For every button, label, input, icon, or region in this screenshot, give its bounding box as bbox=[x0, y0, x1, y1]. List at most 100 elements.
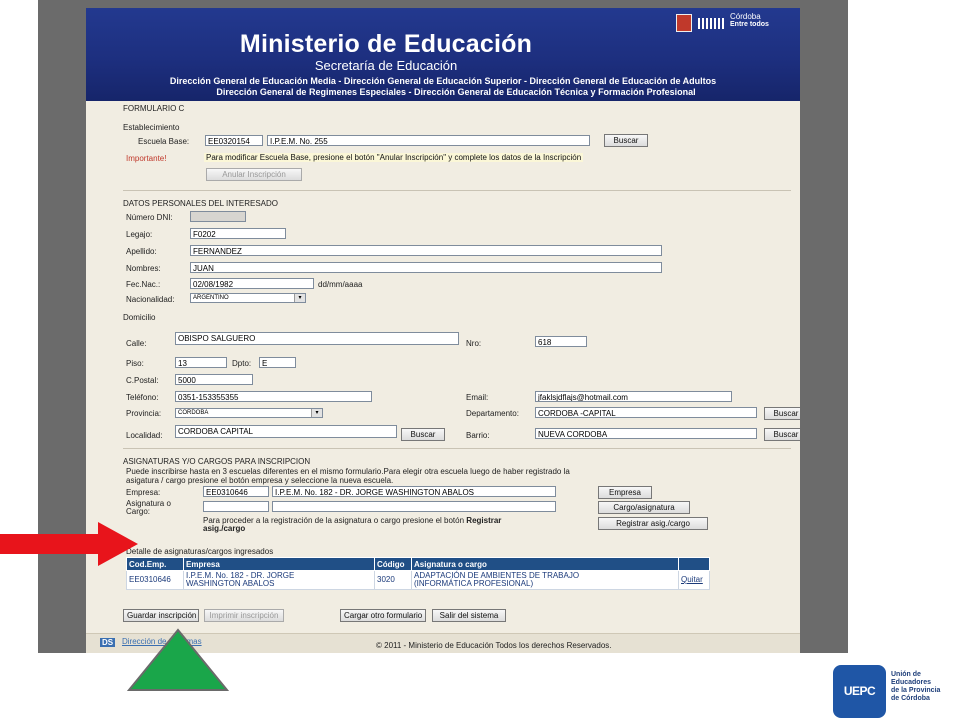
cell-empresa-line-2: WASHINGTON ABALOS bbox=[186, 579, 275, 588]
dpto-label: Dpto: bbox=[232, 359, 252, 368]
cell-asignatura: ADAPTACIÓN DE AMBIENTES DE TRABAJO (INFOR… bbox=[411, 570, 679, 590]
red-arrow-icon bbox=[0, 522, 138, 566]
legajo-label: Legajo: bbox=[126, 230, 153, 239]
email-label: Email: bbox=[466, 393, 489, 402]
piso-label: Piso: bbox=[126, 359, 144, 368]
section-datos-personales: DATOS PERSONALES DEL INTERESADO bbox=[123, 199, 279, 208]
calle-label: Calle: bbox=[126, 339, 147, 348]
cargar-otro-formulario-button[interactable]: Cargar otro formulario bbox=[340, 609, 426, 622]
logo-text-1: Córdoba bbox=[730, 12, 761, 21]
fecnac-label: Fec.Nac.: bbox=[126, 280, 161, 289]
directions-line-2: Dirección General de Regimenes Especiale… bbox=[216, 87, 696, 97]
departamento-label: Departamento: bbox=[466, 409, 519, 418]
cell-empresa: I.P.E.M. No. 182 - DR. JORGE WASHINGTON A… bbox=[183, 570, 375, 590]
proceder-bold-1: Registrar bbox=[466, 516, 502, 525]
section-asignaturas: ASIGNATURAS Y/O CARGOS PARA INSCRIPCION bbox=[123, 457, 311, 466]
provincia-select[interactable]: CORDOBA ▾ bbox=[175, 408, 323, 418]
fecnac-hint: dd/mm/aaaa bbox=[318, 280, 363, 289]
buscar-departamento-button[interactable]: Buscar bbox=[764, 407, 800, 420]
escuela-code-field[interactable]: EE0320154 bbox=[205, 135, 263, 146]
col-asignatura: Asignatura o cargo bbox=[411, 557, 679, 571]
col-accion bbox=[678, 557, 710, 571]
nombres-field[interactable]: JUAN bbox=[190, 262, 662, 273]
asignaturas-info-2: asigatura / cargo presione el botón empr… bbox=[126, 476, 394, 485]
cell-cod-emp: EE0310646 bbox=[126, 570, 184, 590]
buscar-localidad-button[interactable]: Buscar bbox=[401, 428, 445, 441]
copyright-text: © 2011 - Ministerio de Educación Todos l… bbox=[376, 641, 612, 650]
anular-inscripcion-button[interactable]: Anular Inscripción bbox=[206, 168, 302, 181]
cordoba-logo: Córdoba Entre todos bbox=[676, 12, 796, 32]
asignatura-label-2: Cargo: bbox=[126, 507, 151, 516]
ministry-subtitle: Secretaría de Educación bbox=[314, 58, 458, 73]
cpostal-label: C.Postal: bbox=[126, 376, 159, 385]
uepc-line-3: de la Provincia bbox=[891, 687, 941, 694]
dpto-field[interactable]: E bbox=[259, 357, 296, 368]
asignatura-name-field[interactable] bbox=[272, 501, 556, 512]
divider bbox=[123, 448, 791, 449]
uepc-line-4: de Córdoba bbox=[891, 695, 930, 702]
section-establecimiento: Establecimiento bbox=[123, 123, 180, 132]
calle-field[interactable]: OBISPO SALGUERO bbox=[175, 332, 459, 345]
dni-field[interactable] bbox=[190, 211, 246, 222]
proceder-bold-2: asig./cargo bbox=[203, 524, 246, 533]
barrio-field[interactable]: NUEVA CORDOBA bbox=[535, 428, 757, 439]
departamento-field[interactable]: CORDOBA -CAPITAL bbox=[535, 407, 757, 418]
provincia-label: Provincia: bbox=[126, 409, 162, 418]
buscar-barrio-button[interactable]: Buscar bbox=[764, 428, 800, 441]
importante-label: Importante! bbox=[126, 154, 167, 163]
nacionalidad-label: Nacionalidad: bbox=[126, 295, 175, 304]
escuela-name-field[interactable]: I.P.E.M. No. 255 bbox=[267, 135, 590, 146]
uepc-line-2: Educadores bbox=[891, 679, 932, 686]
table-header-row: Cod.Emp. Empresa Código Asignatura o car… bbox=[126, 557, 710, 571]
telefono-field[interactable]: 0351-153355355 bbox=[175, 391, 372, 402]
ministry-title: Ministerio de Educación bbox=[239, 30, 533, 58]
nombres-label: Nombres: bbox=[126, 264, 161, 273]
quitar-link[interactable]: Quitar bbox=[678, 570, 710, 590]
registrar-asig-button[interactable]: Registrar asig./cargo bbox=[598, 517, 708, 530]
nacionalidad-select[interactable]: ARGENTINO ▾ bbox=[190, 293, 306, 303]
divider bbox=[123, 190, 791, 191]
guardar-inscripcion-button[interactable]: Guardar inscripción bbox=[123, 609, 199, 622]
cell-codigo: 3020 bbox=[374, 570, 412, 590]
legajo-field[interactable]: F0202 bbox=[190, 228, 286, 239]
localidad-label: Localidad: bbox=[126, 431, 163, 440]
piso-field[interactable]: 13 bbox=[175, 357, 227, 368]
salir-sistema-button[interactable]: Salir del sistema bbox=[432, 609, 506, 622]
uepc-text: Unión de Educadores de la Provincia de C… bbox=[891, 671, 940, 703]
escuela-base-label: Escuela Base: bbox=[138, 137, 190, 146]
telefono-label: Teléfono: bbox=[126, 393, 159, 402]
ds-logo-icon: DS bbox=[100, 638, 116, 647]
cargo-asignatura-button[interactable]: Cargo/asignatura bbox=[598, 501, 690, 514]
form-title: FORMULARIO C bbox=[123, 104, 185, 113]
cpostal-field[interactable]: 5000 bbox=[175, 374, 253, 385]
empresa-name-field[interactable]: I.P.E.M. No. 182 - DR. JORGE WASHINGTON … bbox=[272, 486, 556, 497]
cordoba-bars-icon bbox=[698, 18, 726, 29]
empresa-button[interactable]: Empresa bbox=[598, 486, 652, 499]
email-field[interactable]: jfaklsjdflajs@hotmail.com bbox=[535, 391, 732, 402]
empresa-label: Empresa: bbox=[126, 488, 161, 497]
col-codigo: Código bbox=[374, 557, 412, 571]
apellido-label: Apellido: bbox=[126, 247, 157, 256]
provincia-value: CORDOBA bbox=[178, 410, 209, 416]
apellido-field[interactable]: FERNANDEZ bbox=[190, 245, 662, 256]
uepc-line-1: Unión de bbox=[891, 671, 921, 678]
uepc-badge: UEPC bbox=[833, 665, 886, 718]
imprimir-inscripcion-button[interactable]: Imprimir inscripción bbox=[204, 609, 284, 622]
section-detalle: Detalle de asignaturas/cargos ingresados bbox=[126, 547, 274, 556]
directions-line-1: Dirección General de Educación Media - D… bbox=[169, 76, 717, 86]
uepc-logo: UEPC Unión de Educadores de la Provincia… bbox=[833, 665, 960, 720]
nacionalidad-value: ARGENTINO bbox=[193, 295, 229, 301]
fecnac-field[interactable]: 02/08/1982 bbox=[190, 278, 314, 289]
proceder-text: Para proceder a la registración de la as… bbox=[203, 516, 501, 525]
buscar-escuela-button[interactable]: Buscar bbox=[604, 134, 648, 147]
localidad-field[interactable]: CORDOBA CAPITAL bbox=[175, 425, 397, 438]
detalle-table: Cod.Emp. Empresa Código Asignatura o car… bbox=[126, 557, 710, 590]
asignatura-code-field[interactable] bbox=[203, 501, 269, 512]
table-row: EE0310646 I.P.E.M. No. 182 - DR. JORGE WA… bbox=[126, 570, 710, 590]
chevron-down-icon: ▾ bbox=[294, 294, 305, 302]
barrio-label: Barrio: bbox=[466, 431, 490, 440]
empresa-code-field[interactable]: EE0310646 bbox=[203, 486, 269, 497]
nro-field[interactable]: 618 bbox=[535, 336, 587, 347]
chevron-down-icon: ▾ bbox=[311, 409, 322, 417]
section-domicilio: Domicilio bbox=[123, 313, 156, 322]
